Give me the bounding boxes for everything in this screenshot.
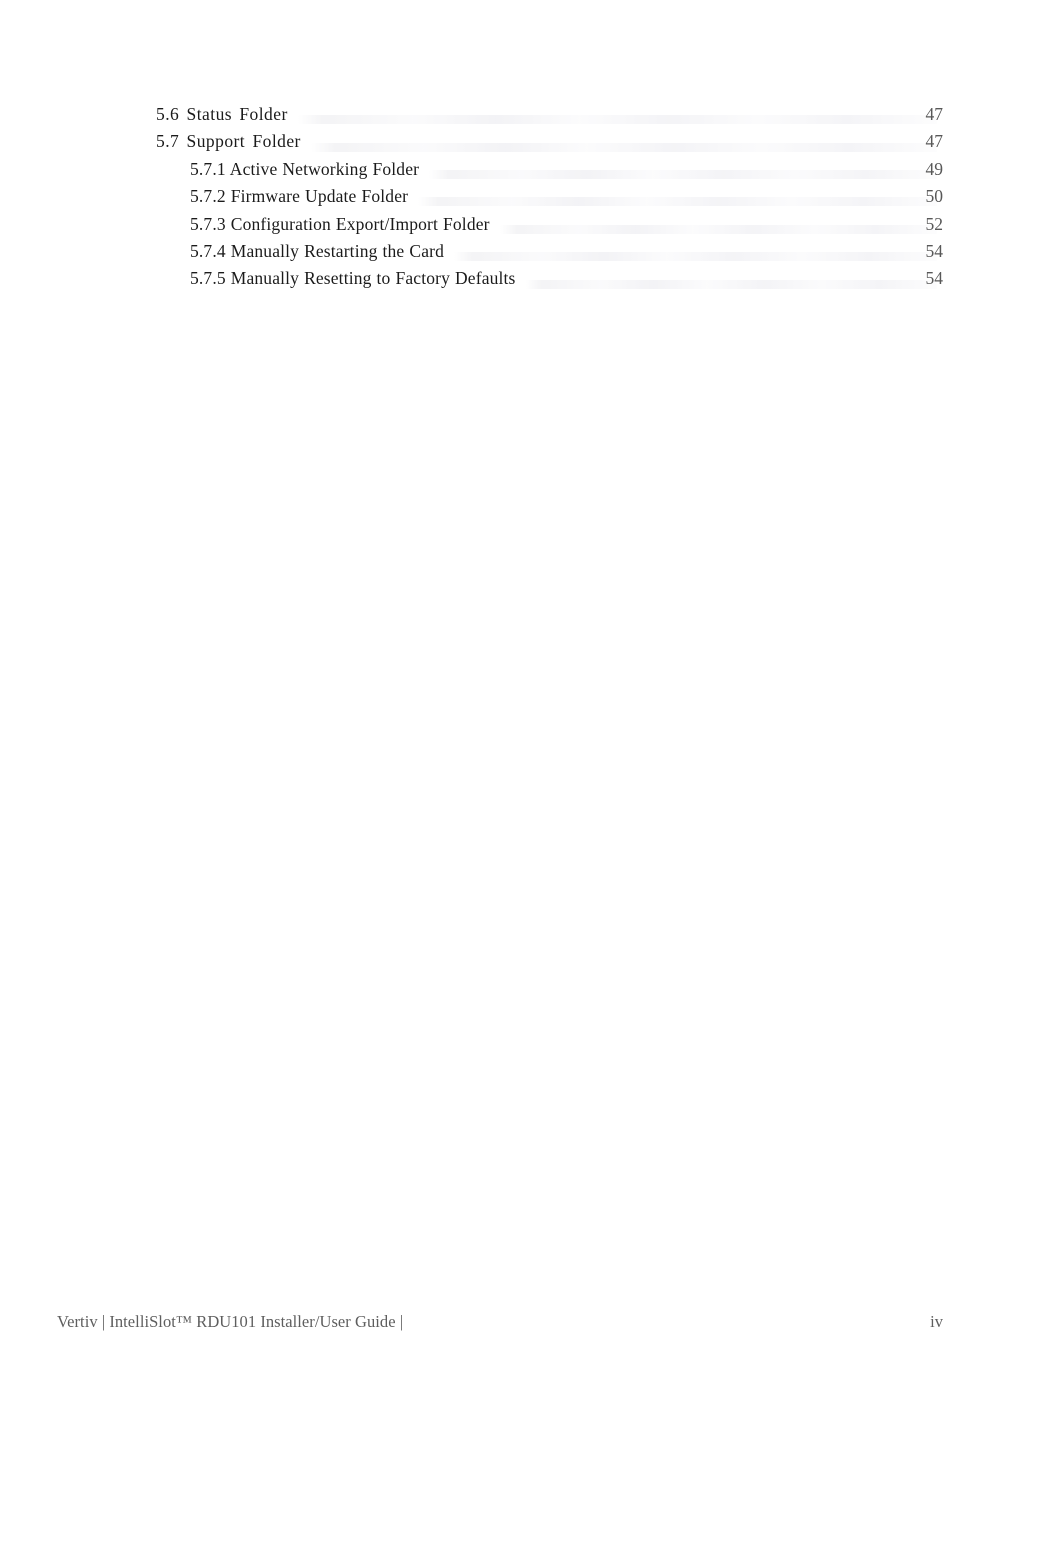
- toc-leader-dots: [418, 197, 937, 207]
- toc-entry[interactable]: 5.7.4 Manually Restarting the Card 54: [0, 240, 1062, 270]
- page-footer: Vertiv | IntelliSlot™ RDU101 Installer/U…: [57, 1312, 1005, 1338]
- toc-entry[interactable]: 5.7.3 Configuration Export/Import Folder…: [0, 213, 1062, 243]
- table-of-contents: 5.6 Status Folder 47 5.7 Support Folder 47 5…: [0, 104, 1062, 298]
- toc-entry-page-number: 54: [925, 268, 944, 289]
- toc-entry-page-number: 47: [925, 104, 944, 124]
- toc-entry[interactable]: 5.7.2 Firmware Update Folder 50: [0, 188, 1062, 215]
- document-page: 5.6 Status Folder 47 5.7 Support Folder 47 5…: [0, 0, 1062, 1561]
- toc-entry-label: 5.7.3 Configuration Export/Import Folder: [190, 213, 490, 234]
- toc-entry-label: 5.7.4 Manually Restarting the Card: [190, 240, 444, 261]
- footer-document-title: Vertiv | IntelliSlot™ RDU101 Installer/U…: [57, 1312, 404, 1331]
- toc-entry-label: 5.7 Support Folder: [156, 131, 301, 152]
- toc-entry-page-number: 50: [925, 186, 944, 207]
- toc-leader-dots: [454, 252, 937, 262]
- toc-leader-dots: [310, 142, 937, 152]
- footer-page-number: iv: [930, 1312, 943, 1331]
- toc-entry-page-number: 54: [925, 240, 944, 261]
- toc-entry[interactable]: 5.7.5 Manually Resetting to Factory Defa…: [0, 270, 1062, 297]
- toc-entry-label: 5.7.2 Firmware Update Folder: [190, 186, 409, 207]
- toc-entry[interactable]: 5.7.1 Active Networking Folder 49: [0, 158, 1062, 188]
- toc-entry[interactable]: 5.7 Support Folder 47: [0, 133, 1062, 160]
- toc-entry[interactable]: 5.6 Status Folder 47: [0, 104, 1062, 133]
- toc-leader-dots: [525, 279, 937, 289]
- toc-entry-page-number: 47: [925, 131, 944, 152]
- toc-entry-label: 5.7.5 Manually Resetting to Factory Defa…: [190, 268, 516, 289]
- toc-leader-dots: [297, 115, 937, 125]
- toc-leader-dots: [429, 169, 937, 179]
- toc-entry-page-number: 52: [925, 213, 944, 234]
- toc-entry-label: 5.7.1 Active Networking Folder: [190, 158, 420, 179]
- toc-leader-dots: [499, 224, 937, 234]
- toc-entry-page-number: 49: [925, 158, 944, 179]
- toc-entry-label: 5.6 Status Folder: [156, 104, 288, 124]
